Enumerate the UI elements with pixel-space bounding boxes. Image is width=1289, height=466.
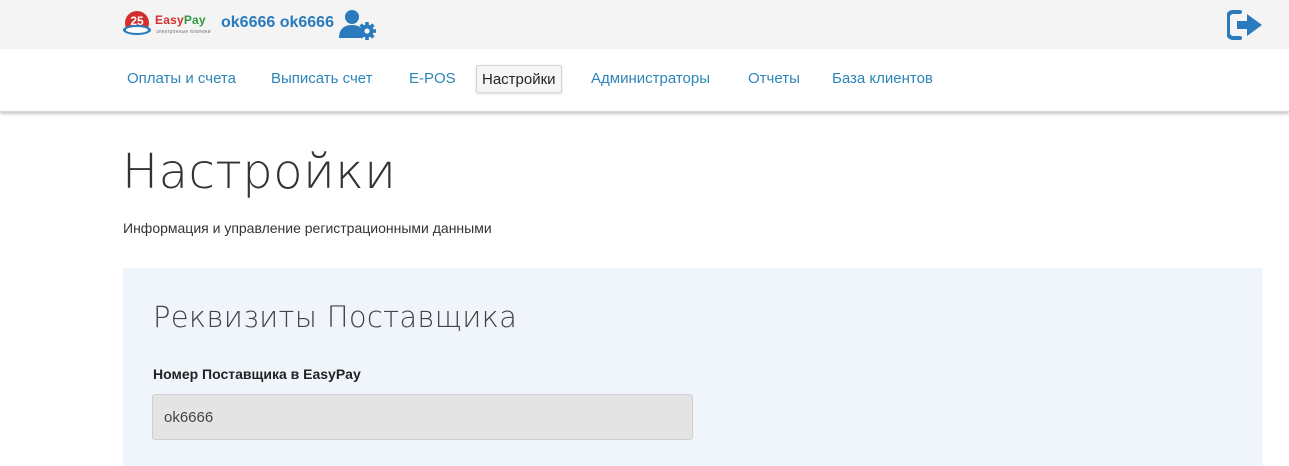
nav-item-epos[interactable]: E-POS [409, 65, 456, 93]
nav-item-payments[interactable]: Оплаты и счета [127, 65, 236, 93]
user-name[interactable]: ok6666 ok6666 [221, 14, 334, 32]
logo-badge-number: 25 [130, 14, 144, 28]
page-title: Настройки [122, 144, 397, 200]
main-nav: Оплаты и счета Выписать счет E-POS Настр… [0, 49, 1289, 112]
supplier-number-label: Номер Поставщика в EasyPay [153, 366, 361, 382]
page-subtitle: Информация и управление регистрационными… [123, 220, 492, 236]
logo-wordmark: EasyPay [155, 13, 206, 27]
easypay-logo-badge-icon: 25 [123, 11, 151, 35]
easypay-logo[interactable]: 25 EasyPay электронные платежи [122, 10, 211, 38]
logo-tagline: электронные платежи [156, 29, 211, 35]
supplier-details-panel: Реквизиты Поставщика Номер Поставщика в … [123, 268, 1263, 466]
logo-word-easy: Easy [155, 13, 184, 27]
panel-title: Реквизиты Поставщика [153, 300, 518, 334]
nav-item-administrators[interactable]: Администраторы [591, 65, 710, 93]
nav-item-client-base[interactable]: База клиентов [832, 65, 933, 93]
user-gear-icon[interactable] [338, 8, 378, 40]
logo-word-pay: Pay [183, 13, 206, 27]
top-bar: 25 EasyPay электронные платежи ok6666 ok… [0, 0, 1289, 49]
sign-out-icon[interactable] [1227, 10, 1265, 40]
supplier-number-input[interactable] [152, 394, 693, 440]
nav-item-reports[interactable]: Отчеты [748, 65, 800, 93]
nav-item-settings[interactable]: Настройки [476, 65, 562, 93]
nav-item-issue-invoice[interactable]: Выписать счет [271, 65, 373, 93]
